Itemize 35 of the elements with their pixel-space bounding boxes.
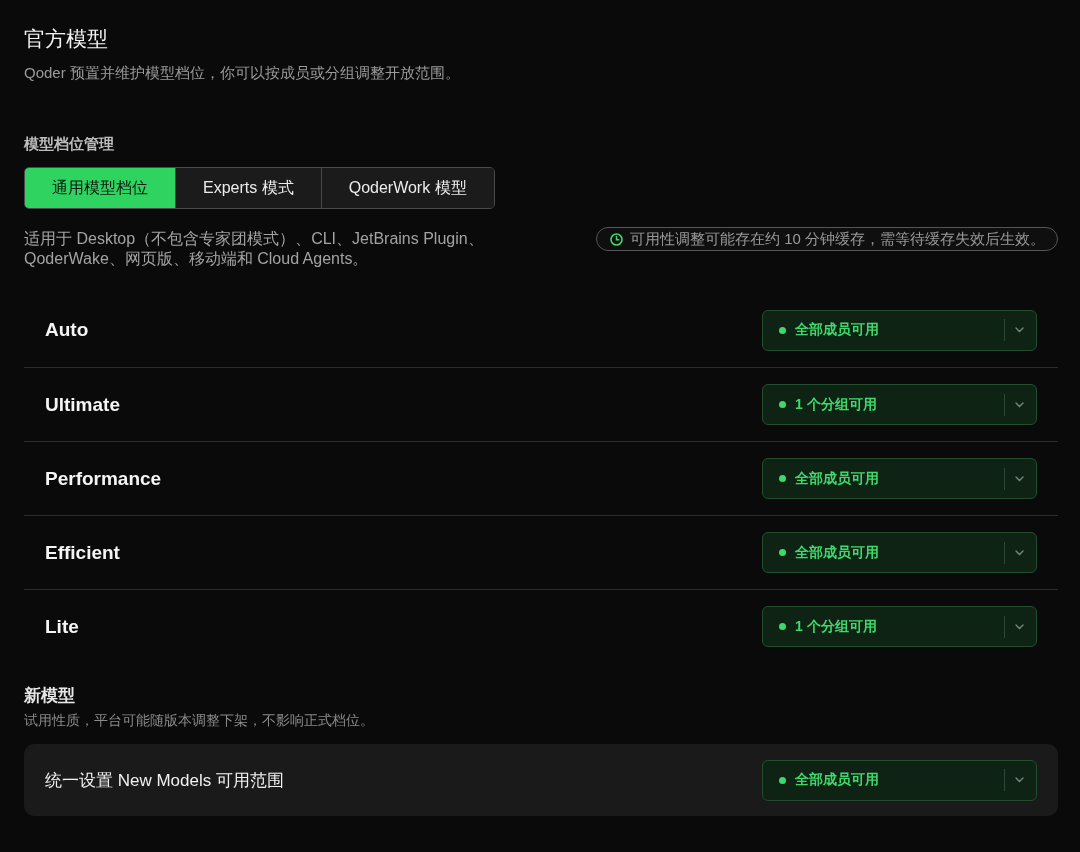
section-subtitle: 试用性质，平台可能随版本调整下架，不影响正式档位。 [24, 711, 375, 730]
availability-dropdown[interactable]: 全部成员可用 [762, 309, 1037, 351]
notice-text: 可用性调整可能存在约 10 分钟缓存，需等待缓存失效后生效。 [629, 229, 1045, 249]
status-dot-icon [779, 401, 786, 408]
tier-name: Performance [45, 467, 162, 490]
setting-label: 统一设置 New Models 可用范围 [45, 769, 284, 792]
chevron-down-icon [1015, 401, 1024, 408]
section-label: 模型档位管理 [24, 134, 115, 154]
tab[interactable]: 通用模型档位 [25, 168, 175, 208]
chevron-down-icon [1015, 475, 1024, 482]
availability-dropdown[interactable]: 全部成员可用 [762, 458, 1037, 499]
status-dot-icon [779, 326, 786, 334]
tier-name: Lite [45, 615, 79, 638]
tab-description: 适用于 Desktop（不包含专家团模式）、CLI、JetBrains Plugin、QoderWake、网页版、移动端和 Cloud Agents。 [24, 229, 485, 269]
status-dot-icon [779, 549, 786, 556]
tier-name: Auto [45, 319, 89, 341]
status-dot-icon [779, 623, 786, 630]
page-subtitle: Qoder 预置并维护模型档位，你可以按成员或分组调整开放范围。 [24, 63, 461, 83]
availability-dropdown[interactable]: 全部成员可用 [762, 759, 1037, 801]
availability-dropdown[interactable]: 1 个分组可用 [762, 384, 1037, 425]
chevron-down-icon [1015, 777, 1024, 783]
tier-name: Efficient [45, 541, 120, 564]
chevron-down-icon [1015, 549, 1024, 556]
chevron-down-icon [1015, 623, 1024, 630]
status-dot-icon [779, 475, 786, 482]
page-title: 官方模型 [24, 26, 109, 52]
section-title: 新模型 [24, 685, 76, 707]
status-dot-icon [779, 776, 786, 784]
tab[interactable]: QoderWork 模型 [320, 168, 494, 208]
clock-icon [609, 232, 623, 246]
chevron-down-icon [1015, 327, 1024, 333]
tab[interactable]: Experts 模式 [175, 168, 321, 208]
tier-name: Ultimate [45, 393, 120, 416]
availability-dropdown[interactable]: 1 个分组可用 [762, 606, 1037, 647]
availability-dropdown[interactable]: 全部成员可用 [762, 532, 1037, 573]
